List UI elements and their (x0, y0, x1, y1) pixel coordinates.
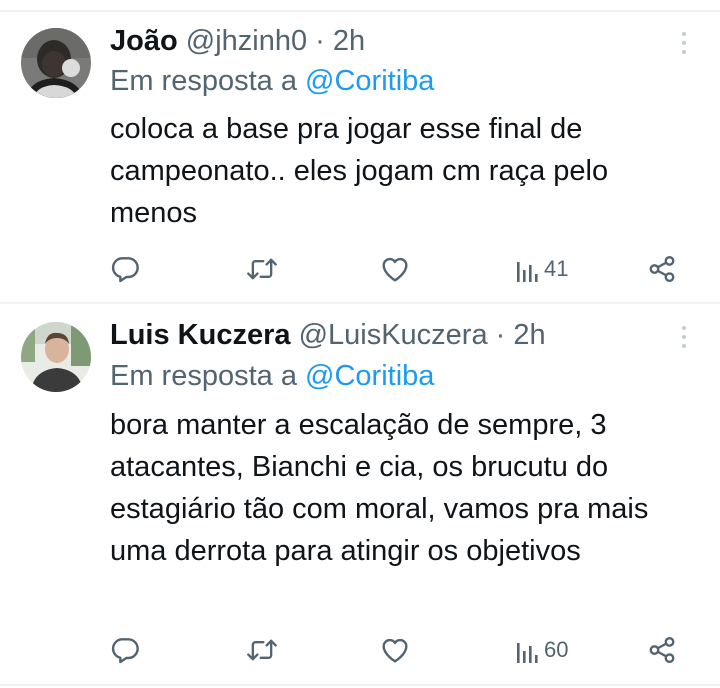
views-button[interactable]: 60 (516, 632, 568, 668)
reply-icon (109, 253, 141, 285)
views-count: 41 (544, 256, 569, 281)
tweet[interactable]: João @jhzinh0 · 2h Em resposta a @Coriti… (0, 0, 720, 302)
share-icon (647, 254, 677, 284)
like-button[interactable] (379, 251, 411, 287)
author-handle[interactable]: @jhzinh0 (186, 25, 307, 57)
reply-mention[interactable]: @Coritiba (305, 65, 434, 97)
reply-mention[interactable]: @Coritiba (305, 360, 434, 392)
retweet-icon (245, 634, 279, 666)
like-button[interactable] (379, 632, 411, 668)
views-count: 60 (544, 637, 569, 662)
views-icon (516, 637, 540, 663)
retweet-button[interactable] (245, 251, 279, 287)
reply-button[interactable] (109, 251, 141, 287)
retweet-button[interactable] (245, 632, 279, 668)
reply-context: Em resposta a @Coritiba (110, 64, 434, 98)
views-icon (516, 256, 540, 282)
tweet-header: João @jhzinh0 · 2h (110, 24, 365, 58)
reply-prefix: Em resposta a (110, 360, 297, 392)
avatar[interactable] (21, 322, 91, 392)
retweet-icon (245, 253, 279, 285)
more-icon[interactable] (676, 326, 692, 356)
avatar[interactable] (21, 28, 91, 98)
reply-context: Em resposta a @Coritiba (110, 359, 434, 393)
bottom-divider (0, 684, 720, 686)
tweet-text: coloca a base pra jogar esse final de ca… (110, 113, 609, 229)
views-button[interactable]: 41 (516, 251, 568, 287)
action-bar: 60 (0, 632, 720, 668)
timestamp[interactable]: · 2h (496, 319, 546, 351)
author-name[interactable]: Luis Kuczera (110, 319, 291, 351)
more-icon[interactable] (676, 32, 692, 62)
tweet-header: Luis Kuczera @LuisKuczera · 2h (110, 318, 546, 352)
reply-button[interactable] (109, 632, 141, 668)
share-icon (647, 635, 677, 665)
author-handle[interactable]: @LuisKuczera (299, 319, 488, 351)
timestamp[interactable]: · 2h (315, 25, 365, 57)
action-bar: 41 (0, 251, 720, 287)
reply-icon (109, 634, 141, 666)
tweet[interactable]: Luis Kuczera @LuisKuczera · 2h Em respos… (0, 304, 720, 688)
like-icon (379, 253, 411, 285)
tweet-text: bora manter a escalação de sempre, 3 ata… (110, 409, 649, 567)
like-icon (379, 634, 411, 666)
share-button[interactable] (647, 632, 677, 668)
author-name[interactable]: João (110, 25, 178, 57)
share-button[interactable] (647, 251, 677, 287)
reply-prefix: Em resposta a (110, 65, 297, 97)
